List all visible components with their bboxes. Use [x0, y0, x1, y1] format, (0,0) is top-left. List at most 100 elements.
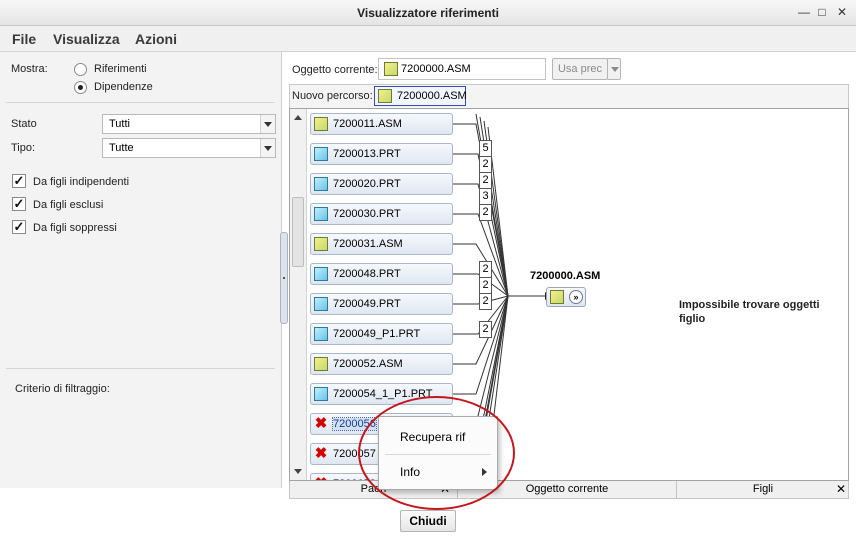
dependency-count: 2: [479, 156, 492, 173]
filter-panel: Mostra: Riferimenti Dipendenze Stato Tut…: [0, 52, 282, 488]
stato-value: Tutti: [109, 118, 130, 130]
center-object-label: 7200000.ASM: [530, 270, 601, 282]
menu-item-label: Recupera rif: [400, 430, 466, 444]
menu-azioni[interactable]: Azioni: [135, 31, 177, 47]
window-title: Visualizzatore riferimenti: [357, 6, 499, 20]
minimize-icon[interactable]: —: [796, 5, 812, 19]
splitter-handle[interactable]: [280, 232, 288, 324]
graph-node[interactable]: 7200054_1_P1.PRT: [310, 383, 453, 405]
tipo-value: Tutte: [109, 142, 134, 154]
assembly-icon: [314, 117, 328, 131]
column-tabs: Padri ✕ Oggetto corrente Figli ✕: [289, 481, 849, 499]
node-label: 7200013.PRT: [333, 148, 401, 160]
checkbox-figli-indipendenti[interactable]: ✓: [12, 174, 26, 188]
chevron-down-icon: [611, 67, 619, 72]
node-label: 7200031.ASM: [333, 238, 403, 250]
checkbox-figli-soppressi-label[interactable]: Da figli soppressi: [33, 222, 117, 234]
part-icon: [314, 297, 328, 311]
graph-node[interactable]: 7200030.PRT: [310, 203, 453, 225]
chevron-right-icon: [482, 468, 487, 476]
part-icon: [314, 387, 328, 401]
assembly-icon: [378, 89, 392, 103]
stato-select[interactable]: Tutti: [102, 114, 276, 134]
usa-prec-dropdown[interactable]: [607, 58, 621, 80]
tipo-select[interactable]: Tutte: [102, 138, 276, 158]
part-icon: [314, 207, 328, 221]
path-crumb[interactable]: 7200000.ASM: [374, 86, 467, 106]
assembly-icon: [314, 357, 328, 371]
menu-item-label: Info: [400, 465, 421, 479]
maximize-icon[interactable]: □: [814, 5, 830, 19]
menu-item-recupera-rif[interactable]: Recupera rif: [379, 423, 497, 451]
expand-icon[interactable]: »: [569, 290, 583, 304]
dependency-count: 2: [479, 172, 492, 189]
assembly-icon: [550, 290, 564, 304]
checkbox-figli-esclusi[interactable]: ✓: [12, 197, 26, 211]
menu-bar: File Visualizza Azioni: [0, 26, 856, 52]
radio-dipendenze-label[interactable]: Dipendenze: [94, 81, 153, 93]
graph-node[interactable]: 7200048.PRT: [310, 263, 453, 285]
title-bar: Visualizzatore riferimenti — □ ✕: [0, 0, 856, 26]
graph-node[interactable]: 7200013.PRT: [310, 143, 453, 165]
dependency-count: 2: [479, 261, 492, 278]
radio-riferimenti[interactable]: [74, 63, 87, 76]
path-label: Nuovo percorso:: [292, 90, 373, 102]
part-icon: [314, 177, 328, 191]
menu-visualizza[interactable]: Visualizza: [53, 31, 120, 47]
dependency-count: 2: [479, 204, 492, 221]
part-icon: [314, 147, 328, 161]
divider: [385, 454, 491, 455]
tab-corrente-label: Oggetto corrente: [525, 483, 609, 495]
current-object-value: 7200000.ASM: [401, 63, 471, 75]
node-label: 7200049.PRT: [333, 298, 401, 310]
graph-node[interactable]: 7200052.ASM: [310, 353, 453, 375]
current-object-label: Oggetto corrente:: [292, 64, 378, 76]
context-menu: Recupera rif Info: [378, 416, 498, 490]
node-label: 7200020.PRT: [333, 178, 401, 190]
radio-dipendenze[interactable]: [74, 81, 87, 94]
assembly-icon: [314, 237, 328, 251]
graph-node[interactable]: 7200031.ASM: [310, 233, 453, 255]
path-bar: Nuovo percorso: 7200000.ASM: [289, 84, 849, 108]
radio-riferimenti-label[interactable]: Riferimenti: [94, 63, 147, 75]
tab-figli[interactable]: Figli: [677, 481, 849, 498]
node-label: 7200011.ASM: [333, 118, 402, 130]
dependency-count: 2: [479, 321, 492, 338]
close-icon[interactable]: ✕: [834, 5, 850, 19]
checkbox-figli-soppressi[interactable]: ✓: [12, 220, 26, 234]
tab-figli-label: Figli: [752, 483, 774, 495]
stato-label: Stato: [11, 118, 37, 130]
graph-node[interactable]: 7200020.PRT: [310, 173, 453, 195]
graph-node[interactable]: 7200049.PRT: [310, 293, 453, 315]
node-label: 7200030.PRT: [333, 208, 401, 220]
mostra-label: Mostra:: [11, 63, 48, 75]
divider: [6, 368, 275, 369]
menu-file[interactable]: File: [12, 31, 36, 47]
checkbox-figli-indipendenti-label[interactable]: Da figli indipendenti: [33, 176, 129, 188]
missing-x-icon: ✖: [314, 445, 328, 462]
divider: [6, 102, 275, 103]
missing-x-icon: ✖: [314, 415, 328, 432]
center-object-node[interactable]: »: [546, 287, 586, 307]
node-label: 7200049_P1.PRT: [333, 328, 421, 340]
reference-graph[interactable]: 7200011.ASM 7200013.PRT 7200020.PRT 7200…: [289, 108, 849, 481]
menu-item-info[interactable]: Info: [379, 458, 497, 486]
path-value: 7200000.ASM: [397, 90, 467, 102]
chiudi-button[interactable]: Chiudi: [400, 510, 456, 532]
chevron-down-icon[interactable]: [260, 139, 275, 157]
node-label: 7200056: [332, 417, 377, 431]
current-object-field[interactable]: 7200000.ASM: [378, 58, 546, 80]
dependency-count: 2: [479, 293, 492, 310]
chevron-down-icon[interactable]: [260, 115, 275, 133]
part-icon: [314, 267, 328, 281]
assembly-icon: [384, 62, 398, 76]
graph-node[interactable]: 7200011.ASM: [310, 113, 453, 135]
criterio-label: Criterio di filtraggio:: [15, 383, 110, 395]
node-label: 7200054_1_P1.PRT: [333, 388, 433, 400]
checkbox-figli-esclusi-label[interactable]: Da figli esclusi: [33, 199, 103, 211]
usa-prec-button[interactable]: Usa prec: [552, 58, 608, 80]
dependency-count: 5: [479, 140, 492, 157]
graph-node[interactable]: 7200049_P1.PRT: [310, 323, 453, 345]
node-label: 7200052.ASM: [333, 358, 403, 370]
close-icon[interactable]: ✕: [836, 483, 846, 496]
